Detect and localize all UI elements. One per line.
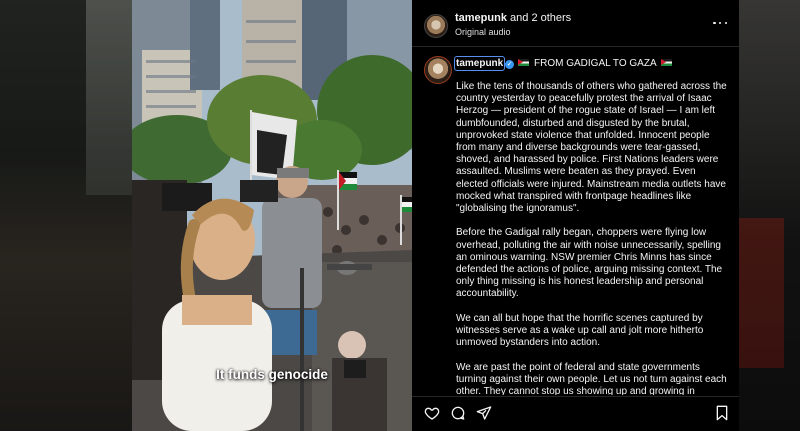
post-actions-bar xyxy=(412,396,739,431)
more-options-icon[interactable] xyxy=(713,16,727,30)
author-username[interactable]: tamepunk xyxy=(456,58,503,69)
caption-paragraph: Like the tens of thousands of others who… xyxy=(456,81,730,215)
caption-paragraph: Before the Gadigal rally began, choppers… xyxy=(456,227,730,300)
bookmark-icon[interactable] xyxy=(714,405,730,421)
post-panel: tamepunk and 2 others Original audio tam… xyxy=(412,0,739,431)
collaborators-link[interactable]: and 2 others xyxy=(510,12,571,24)
author-avatar[interactable] xyxy=(424,56,452,84)
post-caption-area: tamepunk✓ FROM GADIGAL TO GAZA Like the … xyxy=(412,47,739,395)
caption-paragraph: We are past the point of federal and sta… xyxy=(456,362,730,395)
caption-title: FROM GADIGAL TO GAZA xyxy=(534,58,656,69)
video-caption: It funds genocide xyxy=(132,367,412,382)
caption-text: Like the tens of thousands of others who… xyxy=(456,81,730,395)
palestine-flag-icon xyxy=(518,59,529,66)
audio-label[interactable]: Original audio xyxy=(455,27,511,37)
palestine-flag-icon xyxy=(661,59,672,66)
verified-badge-icon: ✓ xyxy=(505,60,514,69)
heart-icon[interactable] xyxy=(424,405,440,421)
author-line: tamepunk✓ FROM GADIGAL TO GAZA xyxy=(456,58,674,69)
background-right-tile xyxy=(739,218,784,368)
caption-paragraph: We can all but hope that the horrific sc… xyxy=(456,313,730,350)
comment-icon[interactable] xyxy=(450,405,466,421)
background-left-tile xyxy=(86,0,132,195)
send-icon[interactable] xyxy=(476,405,492,421)
reel-video[interactable]: It funds genocide xyxy=(132,0,412,431)
post-header: tamepunk and 2 others Original audio xyxy=(412,0,739,47)
header-username-line: tamepunk and 2 others xyxy=(455,12,571,24)
header-avatar[interactable] xyxy=(424,14,448,38)
header-username[interactable]: tamepunk xyxy=(455,12,507,24)
